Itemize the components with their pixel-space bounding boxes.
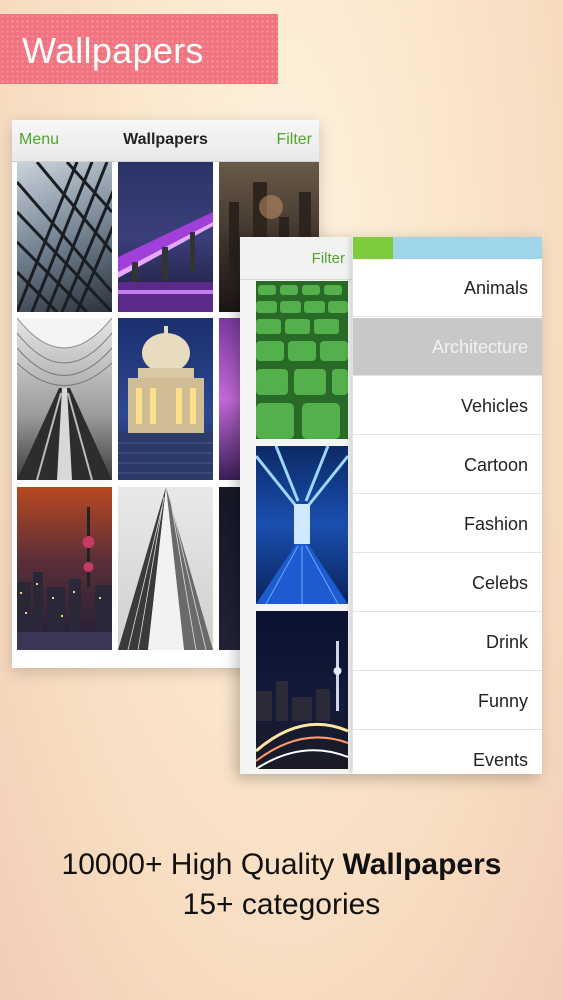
category-item-drink[interactable]: Drink <box>353 613 542 671</box>
tagline-line-2: 15+ categories <box>182 888 381 921</box>
category-item-architecture[interactable]: Architecture <box>353 318 542 376</box>
category-item-events[interactable]: Events <box>353 731 542 774</box>
category-header-image <box>353 237 542 259</box>
title-banner: Wallpapers <box>0 14 278 84</box>
filter-button[interactable]: Filter <box>276 131 312 149</box>
nav-bar: Menu Wallpapers Filter <box>12 120 319 162</box>
banner-title: Wallpapers <box>22 30 204 71</box>
nav-title: Wallpapers <box>123 131 208 148</box>
wallpaper-thumbnail[interactable] <box>256 446 348 604</box>
category-item-vehicles[interactable]: Vehicles <box>353 377 542 435</box>
category-list: Animals Architecture Vehicles Cartoon Fa… <box>353 237 542 774</box>
wallpaper-thumbnail[interactable] <box>17 162 112 312</box>
tagline-line-1: 10000+ High Quality Wallpapers <box>0 848 563 882</box>
wallpaper-thumbnail[interactable] <box>118 487 213 650</box>
category-item-animals[interactable]: Animals <box>353 259 542 317</box>
category-item-celebs[interactable]: Celebs <box>353 554 542 612</box>
wallpaper-thumbnail[interactable] <box>17 318 112 480</box>
category-item-funny[interactable]: Funny <box>353 672 542 730</box>
tagline-prefix: 10000+ High Quality <box>61 848 343 881</box>
filter-button[interactable]: Filter <box>312 250 345 267</box>
filter-bar: Filter <box>240 237 352 280</box>
wallpaper-thumbnail[interactable] <box>118 318 213 480</box>
wallpaper-thumbnail[interactable] <box>256 611 348 769</box>
wallpaper-thumbnail[interactable] <box>256 281 348 439</box>
wallpaper-thumbnail[interactable] <box>118 162 213 312</box>
category-item-cartoon[interactable]: Cartoon <box>353 436 542 494</box>
category-item-fashion[interactable]: Fashion <box>353 495 542 553</box>
categories-screen: Filter Animals Architecture Vehicles Car… <box>240 237 542 774</box>
tagline-bold: Wallpapers <box>342 848 502 881</box>
thumbnail-column: Filter <box>240 237 352 774</box>
wallpaper-thumbnail[interactable] <box>17 487 112 650</box>
